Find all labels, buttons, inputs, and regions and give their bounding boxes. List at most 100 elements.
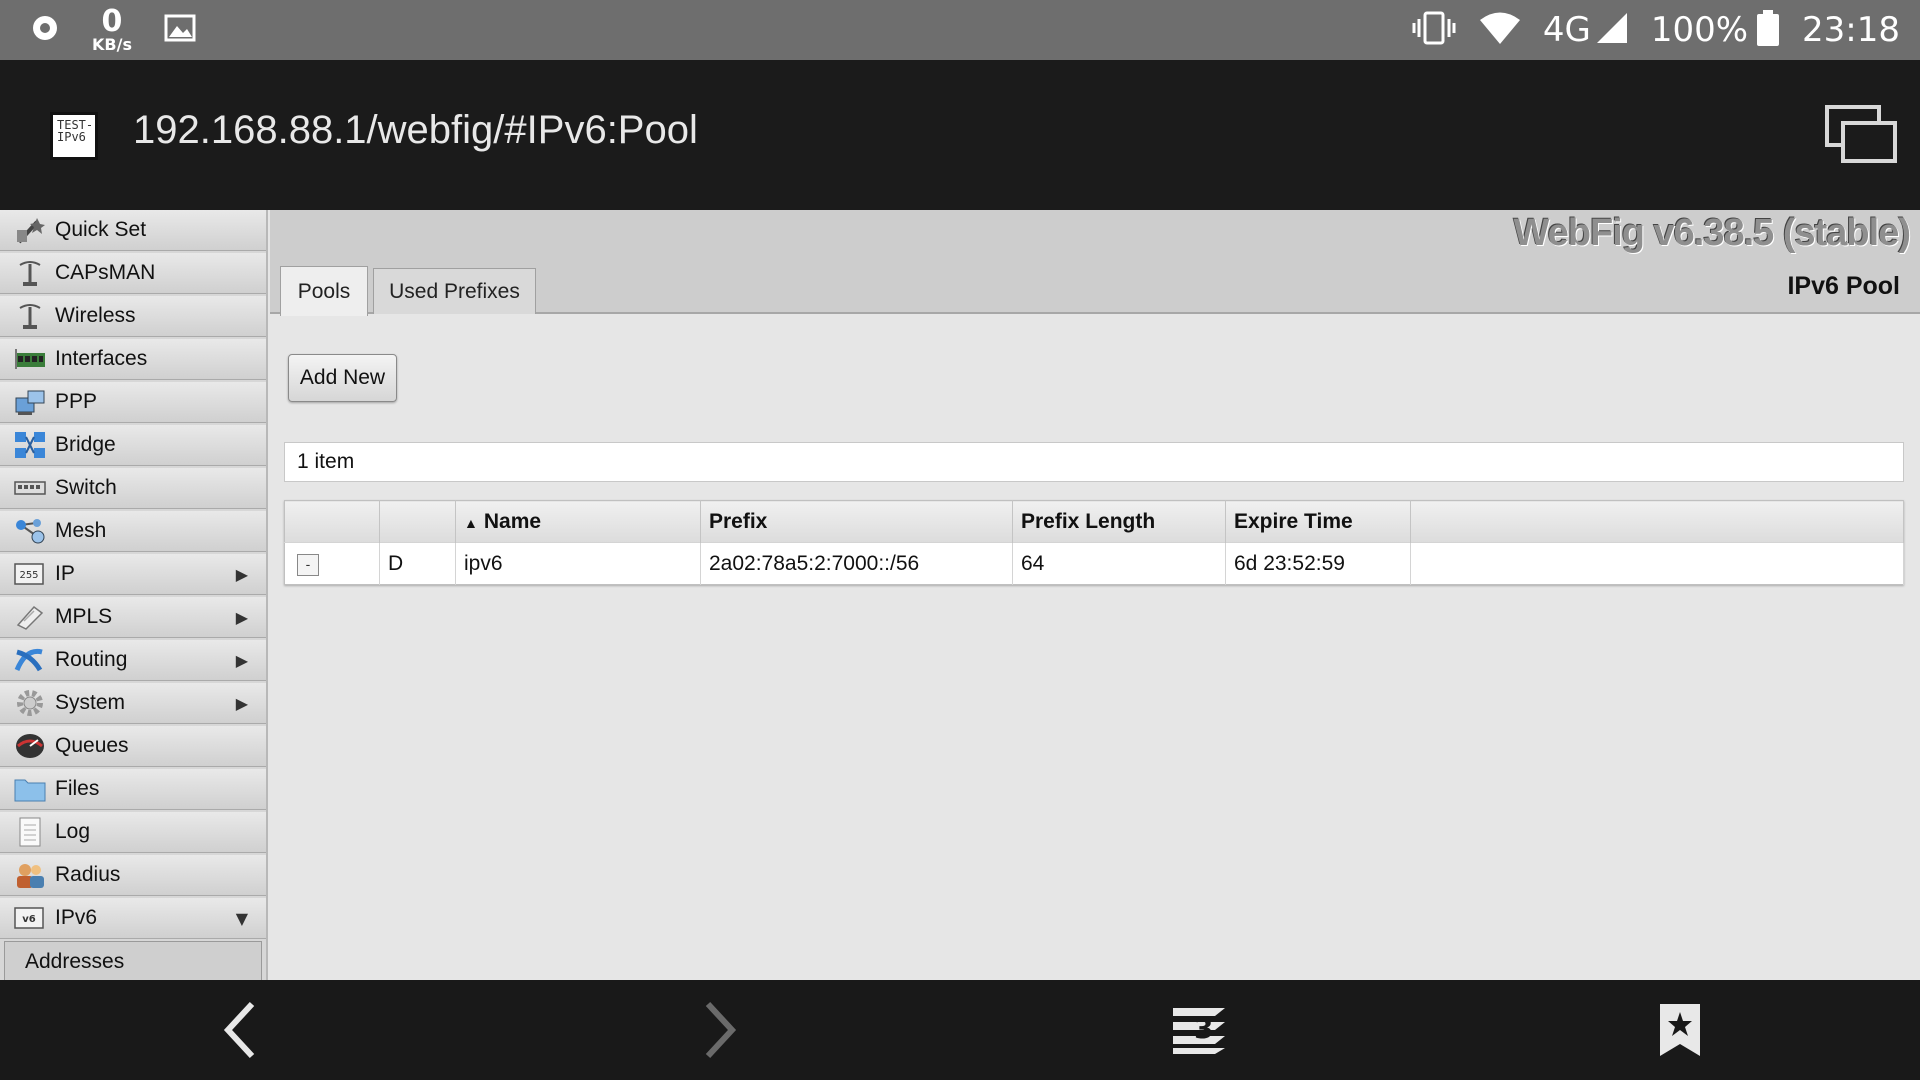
sidebar-item-ipv6[interactable]: v6 IPv6 ▼ — [0, 898, 266, 939]
sidebar-item-bridge[interactable]: Bridge — [0, 425, 266, 466]
sidebar-item-interfaces[interactable]: Interfaces — [0, 339, 266, 380]
tabs-overview-button[interactable]: 3 — [1160, 998, 1240, 1062]
row-name[interactable]: ipv6 — [455, 542, 701, 585]
ppp-icon — [14, 388, 46, 416]
vibrate-icon — [1411, 10, 1457, 50]
antenna-icon — [14, 259, 46, 287]
sidebar-subitem-addresses[interactable]: Addresses — [4, 941, 262, 980]
sidebar-item-label: Files — [55, 777, 100, 800]
browser-bottom-bar: 3 — [0, 980, 1920, 1080]
mpls-icon — [14, 603, 46, 631]
record-icon — [30, 13, 60, 47]
sidebar-item-wireless[interactable]: Wireless — [0, 296, 266, 337]
column-header-spacer — [1410, 500, 1904, 543]
svg-text:255: 255 — [19, 570, 38, 581]
mesh-icon — [14, 517, 46, 545]
row-spacer — [1410, 542, 1904, 585]
column-header-name[interactable]: ▲ Name — [455, 500, 701, 543]
network-type: 4G — [1542, 10, 1591, 50]
row-toggle-cell: - — [284, 542, 380, 585]
ipv6-icon: v6 — [14, 904, 46, 932]
interfaces-icon — [14, 345, 46, 373]
signal-icon — [1595, 11, 1629, 49]
tab-count: 3 — [1194, 1012, 1214, 1045]
tab-switcher-button[interactable] — [1824, 104, 1898, 166]
status-left: 0 KB/s — [30, 0, 196, 60]
sidebar-item-label: Mesh — [55, 519, 107, 542]
column-header-prefix[interactable]: Prefix — [700, 500, 1013, 543]
gear-icon — [14, 689, 46, 717]
switch-icon — [14, 474, 46, 502]
ip-icon: 255 — [14, 560, 46, 588]
add-new-button[interactable]: Add New — [288, 354, 397, 402]
main-content: WebFig v6.38.5 (stable) Pools Used Prefi… — [270, 210, 1920, 980]
url-field[interactable]: 192.168.88.1/webfig/#IPv6:Pool — [133, 108, 698, 153]
status-bar: 0 KB/s 4G 100% 23:18 — [0, 0, 1920, 60]
page-title: IPv6 Pool — [1787, 272, 1900, 300]
sidebar-item-label: Interfaces — [55, 347, 148, 370]
back-button[interactable] — [200, 998, 280, 1062]
sidebar-item-switch[interactable]: Switch — [0, 468, 266, 509]
sidebar-item-label: Switch — [55, 476, 117, 499]
column-header-flags — [379, 500, 456, 543]
webfig-app: Quick Set CAPsMAN Wireless Interfaces PP… — [0, 210, 1920, 980]
favicon-text-2: IPv6 — [57, 130, 86, 144]
sidebar-item-files[interactable]: Files — [0, 769, 266, 810]
image-icon — [164, 14, 196, 46]
sidebar-item-label: Quick Set — [55, 218, 147, 241]
sidebar-item-queues[interactable]: Queues — [0, 726, 266, 767]
content-header: WebFig v6.38.5 (stable) Pools Used Prefi… — [270, 210, 1920, 316]
sidebar-item-mesh[interactable]: Mesh — [0, 511, 266, 552]
column-header-prefix-length[interactable]: Prefix Length — [1012, 500, 1226, 543]
sidebar-item-label: Routing — [55, 648, 128, 671]
sidebar-item-ppp[interactable]: PPP — [0, 382, 266, 423]
sidebar-item-radius[interactable]: Radius — [0, 855, 266, 896]
chevron-left-icon — [223, 1001, 255, 1059]
status-right: 4G 100% 23:18 — [1411, 0, 1900, 60]
column-header-toggle — [284, 500, 380, 543]
sidebar-item-mpls[interactable]: MPLS ▶ — [0, 597, 266, 638]
sidebar-item-label: IPv6 — [55, 906, 98, 929]
sidebar-item-ip[interactable]: 255 IP ▶ — [0, 554, 266, 595]
tab-used-prefixes[interactable]: Used Prefixes — [373, 268, 536, 314]
table-header-row: ▲ Name Prefix Prefix Length Expire Time — [284, 500, 1904, 543]
radius-icon — [14, 861, 46, 889]
wand-icon — [14, 216, 46, 244]
sidebar-item-label: System — [55, 691, 126, 714]
bookmark-star-icon — [1660, 1004, 1700, 1056]
row-expire-time[interactable]: 6d 23:52:59 — [1225, 542, 1411, 585]
forward-button[interactable] — [680, 998, 760, 1062]
sidebar-item-routing[interactable]: Routing ▶ — [0, 640, 266, 681]
sidebar-item-label: MPLS — [55, 605, 113, 628]
sidebar-item-label: Queues — [55, 734, 129, 757]
sidebar-item-quick-set[interactable]: Quick Set — [0, 210, 266, 251]
folder-icon — [14, 775, 46, 803]
sidebar-item-log[interactable]: Log — [0, 812, 266, 853]
sidebar-item-system[interactable]: System ▶ — [0, 683, 266, 724]
antenna-icon — [14, 302, 46, 330]
battery-icon — [1756, 9, 1780, 51]
sidebar-item-label: IP — [55, 562, 75, 585]
item-count: 1 item — [284, 442, 1904, 482]
table-row[interactable]: - D ipv6 2a02:78a5:2:7000::/56 64 6d 23:… — [284, 542, 1904, 585]
sort-ascending-icon: ▲ — [464, 514, 478, 531]
speed-value: 0 — [101, 4, 123, 39]
row-prefix[interactable]: 2a02:78a5:2:7000::/56 — [700, 542, 1013, 585]
wifi-icon — [1479, 11, 1521, 49]
svg-text:v6: v6 — [22, 914, 36, 925]
sidebar-item-capsman[interactable]: CAPsMAN — [0, 253, 266, 294]
queues-icon — [14, 732, 46, 760]
submenu-arrow-icon: ▶ — [235, 608, 248, 627]
row-remove-button[interactable]: - — [297, 554, 319, 576]
column-header-label: Name — [483, 509, 542, 533]
log-icon — [14, 817, 46, 847]
tab-pools[interactable]: Pools — [280, 266, 368, 316]
battery-level: 100% — [1650, 10, 1749, 50]
bookmarks-button[interactable] — [1640, 998, 1720, 1062]
sidebar-item-label: Bridge — [55, 433, 116, 456]
column-header-expire-time[interactable]: Expire Time — [1225, 500, 1411, 543]
submenu-arrow-icon: ▼ — [235, 909, 248, 928]
sidebar-item-label: Radius — [55, 863, 121, 886]
row-prefix-length[interactable]: 64 — [1012, 542, 1226, 585]
chevron-right-icon — [705, 1001, 737, 1059]
